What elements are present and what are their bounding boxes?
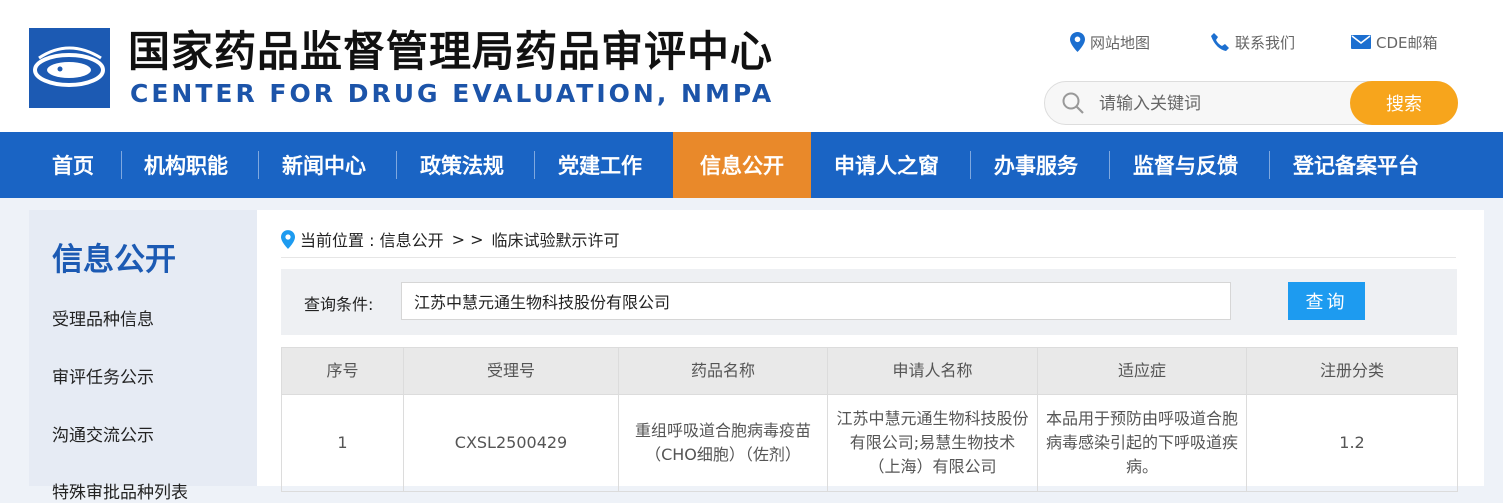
cell-applicant: 江苏中慧元通生物科技股份有限公司;易慧生物技术（上海）有限公司 (827, 394, 1038, 492)
nav-divider (121, 151, 122, 179)
sidebar-item-accepted[interactable]: 受理品种信息 (52, 305, 154, 330)
sitemap-link[interactable]: 网站地图 (1070, 30, 1150, 54)
site-title-cn: 国家药品监督管理局药品审评中心 (128, 27, 774, 76)
col-header-applicant: 申请人名称 (827, 347, 1038, 395)
col-header-registration-class: 注册分类 (1246, 347, 1458, 395)
col-header-acceptance-no: 受理号 (403, 347, 619, 395)
sidebar-item-special-approval[interactable]: 特殊审批品种列表 (52, 478, 188, 503)
nav-item-supervision[interactable]: 监督与反馈 (1133, 132, 1238, 198)
phone-icon (1211, 33, 1229, 51)
mail-icon (1351, 35, 1371, 49)
sidebar-item-review-tasks[interactable]: 审评任务公示 (52, 363, 154, 388)
nav-divider (396, 151, 397, 179)
search-icon (1062, 92, 1084, 114)
query-button[interactable]: 查询 (1288, 282, 1365, 320)
cell-acceptance-no: CXSL2500429 (403, 394, 619, 492)
breadcrumb-current: 临床试验默示许可 (491, 231, 620, 250)
nav-item-registration[interactable]: 登记备案平台 (1293, 132, 1419, 198)
nav-item-info-public[interactable]: 信息公开 (673, 132, 811, 198)
mail-link[interactable]: CDE邮箱 (1351, 30, 1438, 54)
cell-index: 1 (281, 394, 404, 492)
sidebar-title: 信息公开 (52, 242, 176, 278)
site-logo[interactable] (29, 28, 110, 108)
sidebar-item-communication[interactable]: 沟通交流公示 (52, 421, 154, 446)
location-pin-icon (281, 229, 295, 249)
logo-emblem-icon (29, 28, 110, 108)
nav-divider (1269, 151, 1270, 179)
site-title-en: CENTER FOR DRUG EVALUATION, NMPA (130, 79, 775, 108)
table-header-row: 序号 受理号 药品名称 申请人名称 适应症 注册分类 (281, 347, 1458, 395)
breadcrumb-divider (281, 257, 1456, 258)
main-content: 当前位置 : 信息公开 > > 临床试验默示许可 查询条件: 查询 序号 受理号… (257, 210, 1484, 492)
site-header: 国家药品监督管理局药品审评中心 CENTER FOR DRUG EVALUATI… (0, 0, 1503, 132)
results-table: 序号 受理号 药品名称 申请人名称 适应症 注册分类 1 CXSL2500429… (281, 347, 1458, 492)
nav-divider (258, 151, 259, 179)
search-input[interactable] (1097, 88, 1351, 120)
contact-link[interactable]: 联系我们 (1210, 30, 1295, 54)
main-nav: 首页 机构职能 新闻中心 政策法规 党建工作 信息公开 申请人之窗 办事服务 监… (0, 132, 1503, 198)
col-header-drug-name: 药品名称 (618, 347, 828, 395)
breadcrumb-path[interactable]: 当前位置 : 信息公开 (300, 227, 444, 251)
nav-item-services[interactable]: 办事服务 (994, 132, 1078, 198)
search-box: 搜索 (1044, 81, 1458, 125)
nav-item-home[interactable]: 首页 (52, 132, 94, 198)
nav-divider (970, 151, 971, 179)
location-pin-icon (1070, 32, 1085, 52)
mail-label: CDE邮箱 (1376, 33, 1438, 52)
col-header-indication: 适应症 (1037, 347, 1247, 395)
breadcrumb-separator: > > (451, 229, 484, 249)
nav-item-news[interactable]: 新闻中心 (282, 132, 366, 198)
table-row[interactable]: 1 CXSL2500429 重组呼吸道合胞病毒疫苗（CHO细胞）（佐剂） 江苏中… (281, 394, 1458, 492)
breadcrumb: 当前位置 : 信息公开 > > 临床试验默示许可 (281, 228, 620, 250)
query-input[interactable] (401, 282, 1231, 320)
nav-item-policy[interactable]: 政策法规 (420, 132, 504, 198)
col-header-index: 序号 (281, 347, 404, 395)
sidebar: 信息公开 受理品种信息 审评任务公示 沟通交流公示 特殊审批品种列表 (29, 210, 257, 503)
nav-divider (1109, 151, 1110, 179)
cell-registration-class: 1.2 (1246, 394, 1458, 492)
nav-divider (534, 151, 535, 179)
contact-label: 联系我们 (1235, 33, 1296, 52)
nav-item-functions[interactable]: 机构职能 (144, 132, 228, 198)
cell-indication: 本品用于预防由呼吸道合胞病毒感染引起的下呼吸道疾病。 (1037, 394, 1247, 492)
nav-item-party[interactable]: 党建工作 (558, 132, 642, 198)
query-panel: 查询条件: 查询 (281, 269, 1457, 335)
nav-item-applicant[interactable]: 申请人之窗 (834, 132, 939, 198)
sitemap-label: 网站地图 (1090, 33, 1151, 52)
cell-drug-name: 重组呼吸道合胞病毒疫苗（CHO细胞）（佐剂） (618, 394, 828, 492)
search-button[interactable]: 搜索 (1350, 81, 1458, 125)
query-label: 查询条件: (304, 295, 374, 314)
